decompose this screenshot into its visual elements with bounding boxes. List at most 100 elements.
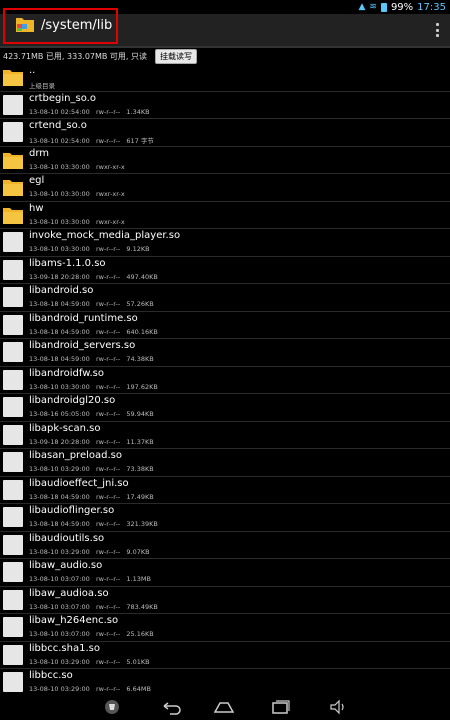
file-name: libaw_audioa.so [29, 587, 109, 599]
folder-row[interactable]: .. 上级目录 [0, 64, 450, 92]
file-meta: 13-08-10 03:07:00 rw-r--r-- 1.13MB [29, 575, 151, 583]
file-name: invoke_mock_media_player.so [29, 230, 181, 241]
file-meta: 13-08-16 05:05:00 rw-r--r-- 59.94KB [29, 410, 154, 418]
file-row[interactable]: libaudioflinger.so 13-08-18 04:59:00 rw-r… [0, 504, 450, 532]
file-row[interactable]: crtend_so.o 13-08-10 02:54:00 rw-r--r-- 6… [0, 119, 450, 147]
file-icon [3, 122, 23, 142]
file-icon [3, 314, 23, 335]
file-meta: 13-08-18 04:59:00 rw-r--r-- 57.26KB [29, 300, 154, 308]
file-name: libbcc.sha1.so [29, 642, 100, 654]
file-meta: 13-08-10 03:30:00 rw-r--r-- 197.62KB [29, 382, 158, 391]
file-icon [3, 397, 23, 417]
home-icon[interactable] [212, 698, 236, 716]
file-name: libams-1.1.0.so [29, 257, 106, 269]
storage-info: 423.71MB 已用, 333.07MB 可用, 只读 [3, 51, 148, 61]
clock: 17:35 [417, 1, 446, 13]
file-icon [3, 369, 23, 390]
file-name: libandroidfw.so [29, 367, 104, 379]
file-name: crtbegin_so.o [29, 92, 96, 104]
folder-row[interactable]: hw 13-08-10 03:30:00 rwxr-xr-x [0, 202, 450, 229]
signal-icon: ▲ [358, 2, 366, 12]
file-row[interactable]: libandroidgl20.so 13-08-16 05:05:00 rw-r-… [0, 394, 450, 422]
file-name: libaudioflinger.so [29, 505, 115, 516]
file-row[interactable]: libaw_audioa.so 13-08-10 03:07:00 rw-r--r… [0, 587, 450, 614]
file-row[interactable]: libbcc.sha1.so 13-08-10 03:29:00 rw-r--r-… [0, 642, 450, 669]
file-icon [3, 534, 23, 555]
file-meta: 13-08-10 03:07:00 rw-r--r-- 783.49KB [29, 602, 158, 611]
file-row[interactable]: libandroidfw.so 13-08-10 03:30:00 rw-r--r… [0, 367, 450, 394]
current-path: /system/lib [41, 18, 113, 33]
file-icon [3, 507, 23, 527]
file-meta: 13-08-10 03:29:00 rw-r--r-- 6.64MB [29, 685, 151, 693]
recent-apps-icon[interactable] [270, 698, 292, 716]
path-highlight-box[interactable]: /system/lib [3, 8, 118, 44]
file-row[interactable]: libapk-scan.so 13-09-18 20:28:00 rw-r--r-… [0, 422, 450, 449]
file-name: libaw_audio.so [29, 560, 103, 571]
action-bar: /system/lib [0, 8, 450, 48]
file-name: drm [29, 147, 50, 159]
folder-row[interactable]: egl 13-08-10 03:30:00 rwxr-xr-x [0, 174, 450, 202]
file-meta: 13-08-10 03:29:00 rw-r--r-- 9.07KB [29, 547, 150, 556]
folder-icon [3, 152, 23, 169]
file-row[interactable]: libandroid.so 13-08-18 04:59:00 rw-r--r--… [0, 284, 450, 312]
file-name: libaudioeffect_jni.so [29, 477, 129, 489]
file-row[interactable]: libaw_audio.so 13-08-10 03:07:00 rw-r--r-… [0, 559, 450, 587]
file-meta: 13-08-10 03:29:00 rw-r--r-- 73.38KB [29, 465, 154, 473]
app-folder-icon [16, 18, 34, 32]
file-meta: 13-08-10 02:54:00 rw-r--r-- 1.34KB [29, 107, 150, 116]
file-meta: 13-09-18 20:28:00 rw-r--r-- 11.37KB [29, 437, 154, 446]
file-icon [3, 424, 23, 445]
file-row[interactable]: libasan_preload.so 13-08-10 03:29:00 rw-r… [0, 449, 450, 477]
file-meta: 13-08-10 03:30:00 rwxr-xr-x [29, 162, 125, 171]
folder-icon [3, 207, 23, 224]
file-list: .. 上级目录 crtbegin_so.o 13-08-10 02:54:00 rw-… [0, 64, 450, 694]
file-row[interactable]: libandroid_runtime.so 13-08-18 04:59:00 r… [0, 312, 450, 339]
file-icon [3, 452, 23, 472]
home-app-icon[interactable] [100, 698, 124, 716]
file-meta: 13-08-10 03:29:00 rw-r--r-- 5.01KB [29, 657, 150, 666]
wifi-icon: ≋ [369, 2, 377, 12]
file-row[interactable]: libams-1.1.0.so 13-09-18 20:28:00 rw-r--r… [0, 257, 450, 284]
file-meta: 上级目录 [29, 82, 55, 90]
file-row[interactable]: crtbegin_so.o 13-08-10 02:54:00 rw-r--r--… [0, 92, 450, 119]
file-icon [3, 672, 23, 692]
file-icon [3, 479, 23, 500]
file-meta: 13-09-18 20:28:00 rw-r--r-- 497.40KB [29, 272, 158, 281]
file-name: libbcc.so [29, 670, 73, 681]
file-name: crtend_so.o [29, 120, 87, 131]
file-meta: 13-08-10 02:54:00 rw-r--r-- 617 字节 [29, 137, 154, 145]
file-meta: 13-08-18 04:59:00 rw-r--r-- 17.49KB [29, 492, 154, 501]
file-meta: 13-08-10 03:30:00 rwxr-xr-x [29, 217, 125, 226]
file-name: libasan_preload.so [29, 450, 122, 461]
file-name: hw [29, 202, 44, 214]
back-icon[interactable] [160, 698, 182, 716]
mount-rw-button[interactable]: 挂载读写 [155, 48, 198, 64]
file-name: libandroidgl20.so [29, 395, 116, 406]
file-row[interactable]: libaudioeffect_jni.so 13-08-18 04:59:00 r… [0, 477, 450, 504]
file-icon [3, 589, 23, 610]
file-icon [3, 617, 23, 637]
file-name: egl [29, 175, 45, 186]
file-row[interactable]: libbcc.so 13-08-10 03:29:00 rw-r--r-- 6.6… [0, 669, 450, 694]
battery-percent: 99% [390, 1, 414, 13]
file-meta: 13-08-18 04:59:00 rw-r--r-- 74.38KB [29, 355, 154, 363]
file-name: libandroid.so [29, 285, 94, 296]
file-row[interactable]: libaudioutils.so 13-08-10 03:29:00 rw-r--… [0, 532, 450, 559]
file-row[interactable]: libandroid_servers.so 13-08-18 04:59:00 r… [0, 339, 450, 367]
file-icon [3, 259, 23, 280]
file-name: libapk-scan.so [29, 422, 101, 434]
volume-icon[interactable] [328, 698, 348, 716]
file-meta: 13-08-18 04:59:00 rw-r--r-- 640.16KB [29, 327, 158, 336]
file-icon [3, 342, 23, 362]
folder-row[interactable]: drm 13-08-10 03:30:00 rwxr-xr-x [0, 147, 450, 174]
file-row[interactable]: invoke_mock_media_player.so 13-08-10 03:3… [0, 229, 450, 257]
file-row[interactable]: libaw_h264enc.so 13-08-10 03:07:00 rw-r--… [0, 614, 450, 642]
file-icon [3, 94, 23, 115]
folder-icon [3, 70, 23, 86]
file-meta: 13-08-10 03:30:00 rw-r--r-- 9.12KB [29, 245, 150, 253]
file-name: libandroid_runtime.so [29, 312, 138, 324]
navigation-bar [0, 694, 450, 720]
battery-icon [380, 2, 387, 12]
overflow-menu-icon[interactable] [436, 23, 440, 37]
file-name: libaudioutils.so [29, 532, 105, 544]
